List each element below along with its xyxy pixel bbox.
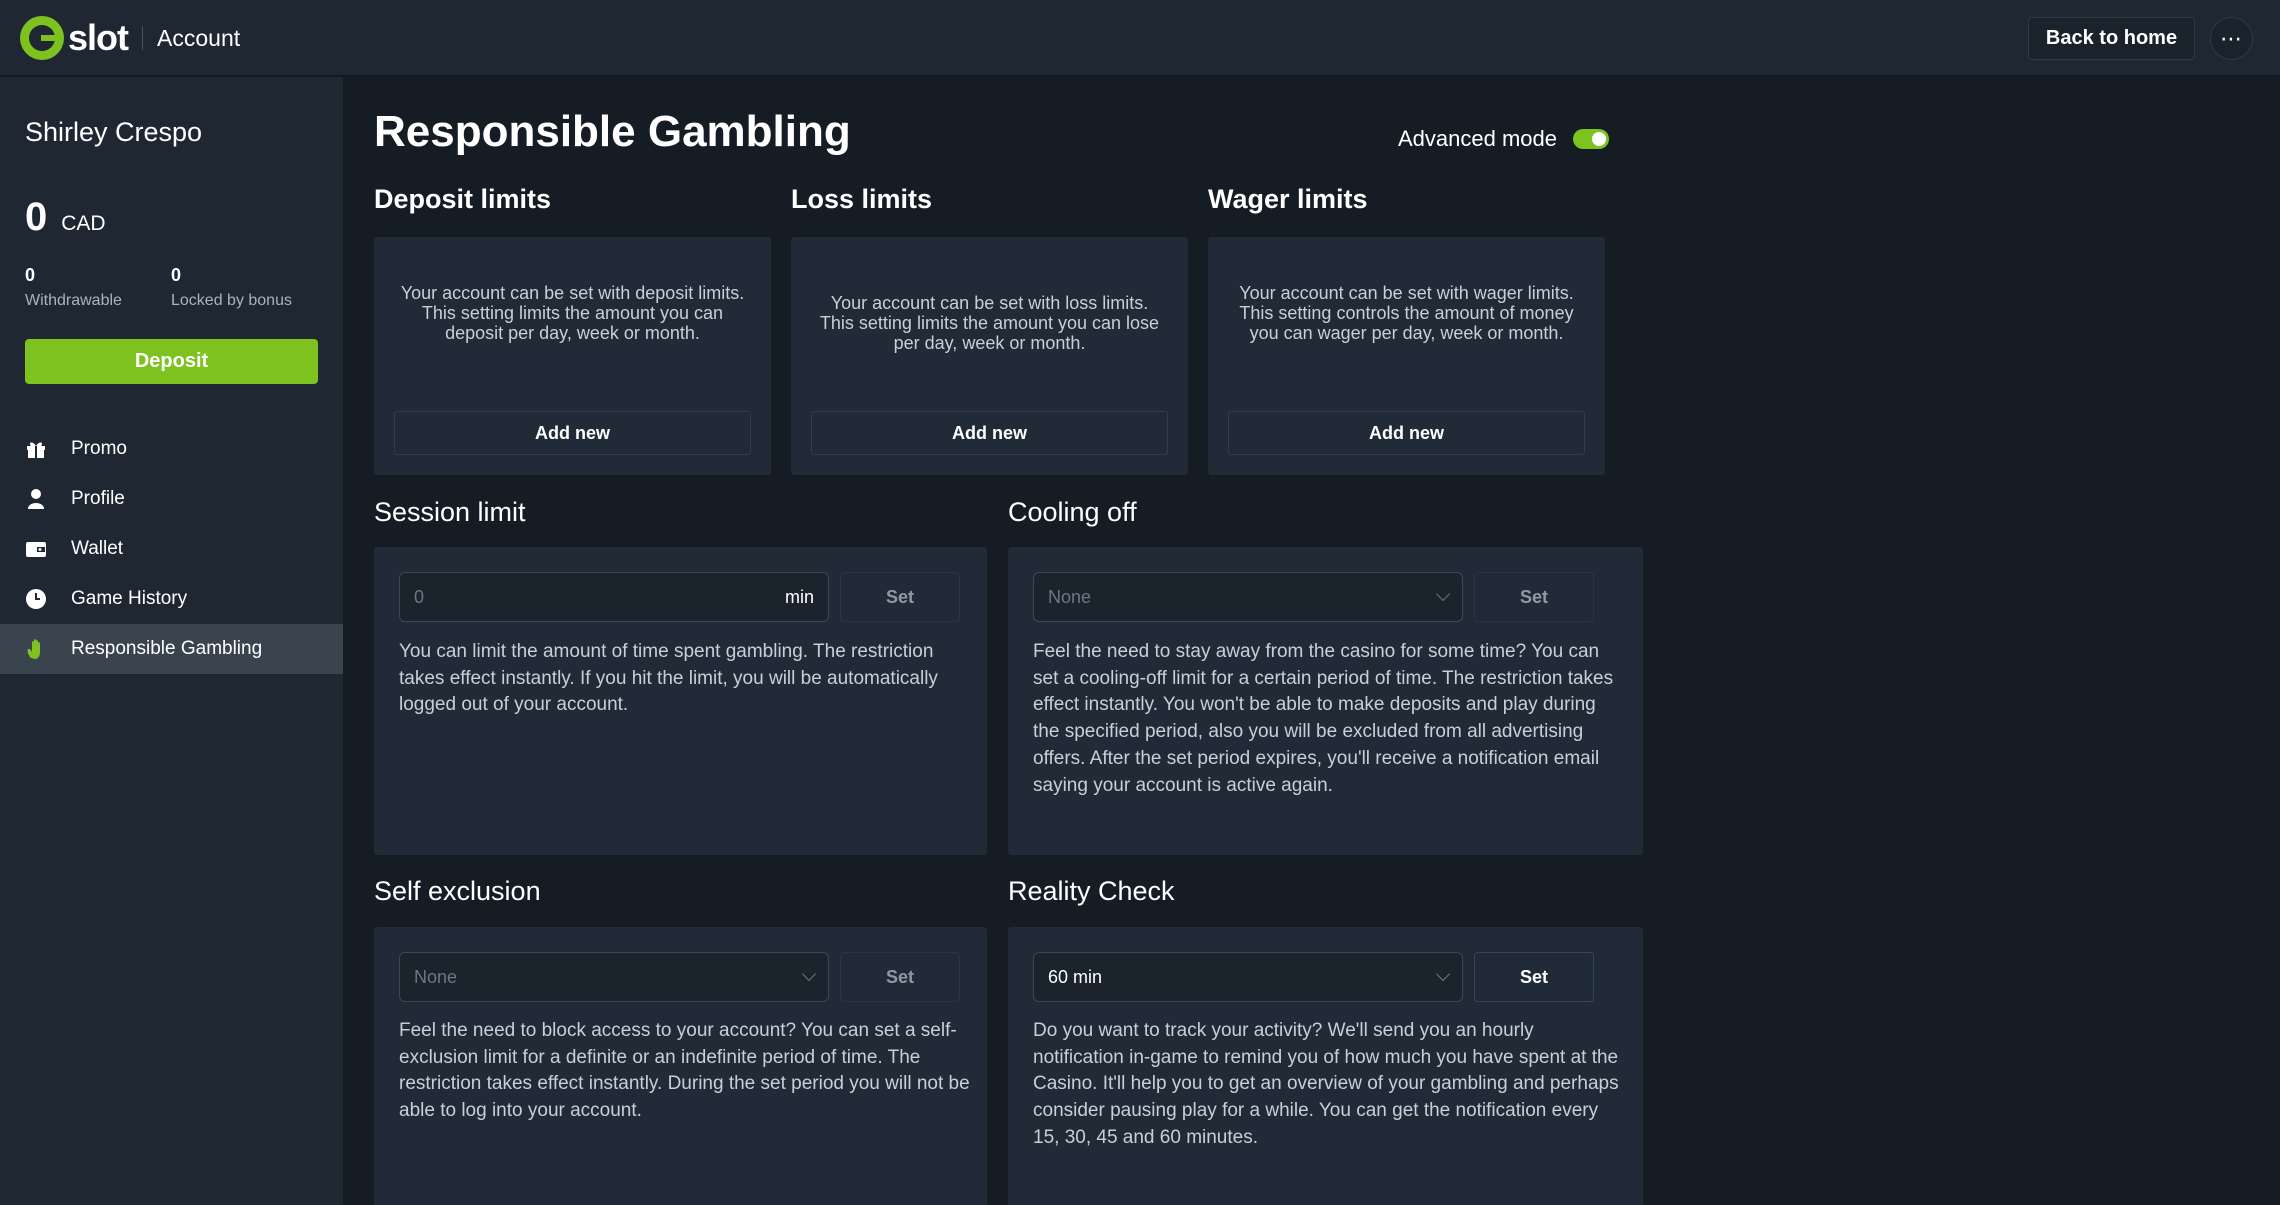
deposit-limits-title: Deposit limits [374, 184, 552, 214]
wallet-icon [25, 538, 47, 560]
wager-limits-card: Your account can be set with wager limit… [1208, 237, 1605, 475]
self-exclusion-value: None [414, 966, 458, 987]
locked-value: 0 [171, 265, 182, 285]
sidebar-item-label: Promo [71, 438, 127, 459]
cooling-off-title: Cooling off [1008, 497, 1137, 527]
session-limit-title: Session limit [374, 497, 526, 527]
page-title: Responsible Gambling [374, 107, 851, 156]
cooling-off-set-button[interactable]: Set [1474, 572, 1594, 622]
sidebar-item-label: Profile [71, 488, 125, 509]
balance-currency: CAD [61, 212, 106, 235]
loss-limits-add-button[interactable]: Add new [811, 411, 1168, 455]
user-icon [25, 488, 47, 510]
logo-icon [20, 16, 64, 60]
balance-amount: 0 [25, 195, 48, 239]
loss-limits-card: Your account can be set with loss limits… [791, 237, 1188, 475]
deposit-limits-desc: Your account can be set with deposit lim… [400, 283, 745, 343]
self-exclusion-card: None Set Feel the need to block access t… [374, 927, 987, 1205]
sidebar-item-responsible-gambling[interactable]: Responsible Gambling [0, 624, 343, 674]
session-limit-set-button[interactable]: Set [840, 572, 960, 622]
withdrawable-value: 0 [25, 265, 36, 285]
gift-icon [25, 438, 47, 460]
self-exclusion-set-button[interactable]: Set [840, 952, 960, 1002]
brand-name: slot [68, 17, 129, 58]
sidebar-item-game-history[interactable]: Game History [0, 574, 343, 624]
session-limit-desc: You can limit the amount of time spent g… [399, 641, 938, 716]
session-limit-placeholder: 0 [414, 586, 425, 607]
brand-logo[interactable]: slot Account [20, 16, 240, 60]
withdrawable-stat: 0 Withdrawable [25, 265, 122, 310]
sidebar: Shirley Crespo 0 CAD 0 Withdrawable 0 Lo… [0, 77, 343, 1205]
loss-limits-desc: Your account can be set with loss limits… [819, 293, 1160, 353]
chevron-down-icon [1435, 586, 1451, 602]
sidebar-item-label: Responsible Gambling [71, 638, 263, 659]
self-exclusion-title: Self exclusion [374, 876, 541, 906]
more-options-icon[interactable]: ⋯ [2210, 17, 2253, 60]
sidebar-item-label: Wallet [71, 538, 124, 559]
clock-icon [25, 588, 47, 610]
session-limit-input[interactable]: 0 min [399, 572, 829, 622]
cooling-off-value: None [1048, 586, 1092, 607]
wager-limits-add-button[interactable]: Add new [1228, 411, 1585, 455]
reality-check-card: 60 min Set Do you want to track your act… [1008, 927, 1643, 1205]
advanced-mode-label: Advanced mode [1398, 126, 1557, 151]
cooling-off-desc: Feel the need to stay away from the casi… [1033, 641, 1614, 796]
reality-check-select[interactable]: 60 min [1033, 952, 1463, 1002]
sidebar-item-label: Game History [71, 588, 188, 609]
reality-check-title: Reality Check [1008, 876, 1175, 906]
deposit-button[interactable]: Deposit [25, 339, 318, 384]
self-exclusion-desc: Feel the need to block access to your ac… [399, 1020, 970, 1122]
session-limit-card: 0 min Set You can limit the amount of ti… [374, 547, 987, 855]
hand-icon [25, 638, 47, 660]
chevron-down-icon [801, 966, 817, 982]
deposit-limits-card: Your account can be set with deposit lim… [374, 237, 771, 475]
back-to-home-button[interactable]: Back to home [2028, 17, 2195, 60]
chevron-down-icon [1435, 966, 1451, 982]
locked-stat: 0 Locked by bonus [171, 265, 292, 310]
wager-limits-desc: Your account can be set with wager limit… [1239, 283, 1574, 343]
cooling-off-select[interactable]: None [1033, 572, 1463, 622]
advanced-mode: Advanced mode [1398, 126, 1609, 152]
divider [142, 26, 144, 50]
locked-label: Locked by bonus [171, 292, 292, 309]
advanced-mode-toggle[interactable] [1573, 129, 1609, 149]
reality-check-value: 60 min [1048, 966, 1103, 987]
withdrawable-label: Withdrawable [25, 292, 122, 309]
sidebar-item-wallet[interactable]: Wallet [0, 524, 343, 574]
top-bar: slot Account Back to home ⋯ [0, 0, 2280, 76]
sidebar-item-profile[interactable]: Profile [0, 474, 343, 524]
loss-limits-title: Loss limits [791, 184, 933, 214]
balance: 0 CAD [25, 195, 106, 240]
sidebar-nav: Promo Profile Wallet Game History Respon… [0, 424, 343, 674]
user-name: Shirley Crespo [25, 117, 203, 147]
main-content: Responsible Gambling Advanced mode Depos… [343, 77, 2280, 1205]
deposit-limits-add-button[interactable]: Add new [394, 411, 751, 455]
cooling-off-card: None Set Feel the need to stay away from… [1008, 547, 1643, 855]
self-exclusion-select[interactable]: None [399, 952, 829, 1002]
session-limit-unit: min [784, 586, 814, 607]
wager-limits-title: Wager limits [1208, 184, 1368, 214]
section-title: Account [157, 24, 241, 51]
sidebar-item-promo[interactable]: Promo [0, 424, 343, 474]
reality-check-set-button[interactable]: Set [1474, 952, 1594, 1002]
reality-check-desc: Do you want to track your activity? We'l… [1033, 1020, 1619, 1148]
